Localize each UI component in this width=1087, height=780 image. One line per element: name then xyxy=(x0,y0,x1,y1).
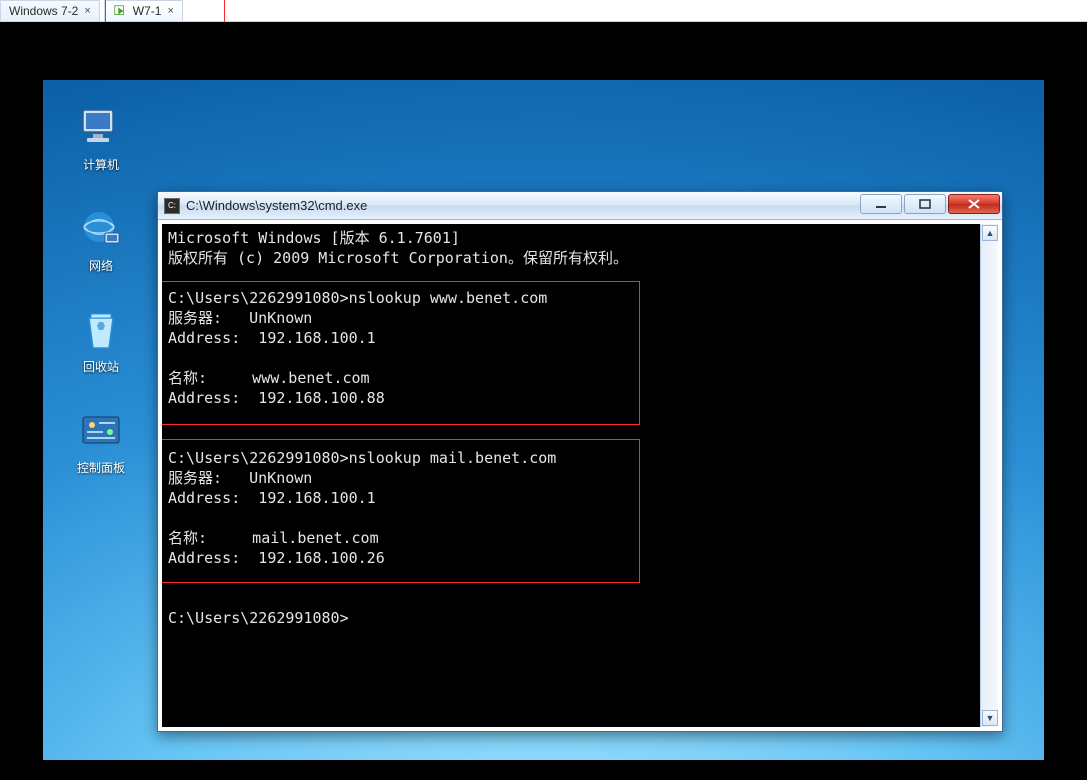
minimize-button[interactable] xyxy=(860,194,902,214)
cmd-output[interactable]: Microsoft Windows [版本 6.1.7601] 版权所有 (c)… xyxy=(162,224,980,727)
cmd-line: 服务器: UnKnown xyxy=(168,469,312,487)
host-tab-windows-7-2[interactable]: Windows 7-2 × xyxy=(0,0,100,21)
windows-desktop[interactable]: 计算机 网络 回收站 控制面板 xyxy=(43,80,1044,760)
maximize-button[interactable] xyxy=(904,194,946,214)
cmd-window: C: C:\Windows\system32\cmd.exe Microsoft… xyxy=(157,191,1003,732)
vm-running-icon xyxy=(113,4,127,18)
scroll-down-button[interactable]: ▼ xyxy=(982,710,998,726)
scroll-up-button[interactable]: ▲ xyxy=(982,225,998,241)
cmd-titlebar[interactable]: C: C:\Windows\system32\cmd.exe xyxy=(158,192,1002,220)
window-controls xyxy=(860,194,1000,214)
close-icon[interactable]: × xyxy=(167,5,173,17)
cmd-line: C:\Users\2262991080>nslookup mail.benet.… xyxy=(168,449,556,467)
vm-stage: 计算机 网络 回收站 控制面板 xyxy=(0,22,1087,780)
computer-icon xyxy=(77,104,125,152)
cmd-line: 名称: mail.benet.com xyxy=(168,529,379,547)
cmd-line: C:\Users\2262991080>nslookup www.benet.c… xyxy=(168,289,547,307)
icon-label: 计算机 xyxy=(83,156,119,173)
desktop-icons: 计算机 网络 回收站 控制面板 xyxy=(61,104,141,476)
maximize-icon xyxy=(919,199,931,209)
cmd-line: 名称: www.benet.com xyxy=(168,369,370,387)
cmd-line: 版权所有 (c) 2009 Microsoft Corporation。保留所有… xyxy=(168,249,628,267)
icon-label: 网络 xyxy=(89,257,113,274)
cmd-line: C:\Users\2262991080> xyxy=(168,609,349,627)
cmd-line: Address: 192.168.100.1 xyxy=(168,489,376,507)
recycle-bin-icon xyxy=(77,306,125,354)
tab-label: Windows 7-2 xyxy=(9,4,78,18)
cmd-line: Address: 192.168.100.1 xyxy=(168,329,376,347)
host-tabstrip: Windows 7-2 × W7-1 × xyxy=(0,0,1087,22)
control-panel-icon xyxy=(77,407,125,455)
cmd-line: 服务器: UnKnown xyxy=(168,309,312,327)
cmd-client-area: Microsoft Windows [版本 6.1.7601] 版权所有 (c)… xyxy=(158,220,1002,731)
close-button[interactable] xyxy=(948,194,1000,214)
close-icon[interactable]: × xyxy=(84,5,90,17)
cmd-title: C:\Windows\system32\cmd.exe xyxy=(186,198,367,213)
tab-label: W7-1 xyxy=(133,4,162,18)
cmd-icon: C: xyxy=(164,198,180,214)
network-icon xyxy=(77,205,125,253)
minimize-icon xyxy=(875,199,887,209)
desktop-icon-recycle-bin[interactable]: 回收站 xyxy=(61,306,141,375)
cmd-scrollbar-vertical[interactable]: ▲ ▼ xyxy=(980,224,998,727)
cmd-line: Address: 192.168.100.26 xyxy=(168,549,385,567)
icon-label: 回收站 xyxy=(83,358,119,375)
cmd-line: Microsoft Windows [版本 6.1.7601] xyxy=(168,229,460,247)
desktop-icon-network[interactable]: 网络 xyxy=(61,205,141,274)
host-tab-w7-1[interactable]: W7-1 × xyxy=(104,0,183,21)
close-icon xyxy=(967,198,981,210)
cmd-line: Address: 192.168.100.88 xyxy=(168,389,385,407)
desktop-icon-computer[interactable]: 计算机 xyxy=(61,104,141,173)
desktop-icon-control-panel[interactable]: 控制面板 xyxy=(61,407,141,476)
icon-label: 控制面板 xyxy=(77,459,125,476)
